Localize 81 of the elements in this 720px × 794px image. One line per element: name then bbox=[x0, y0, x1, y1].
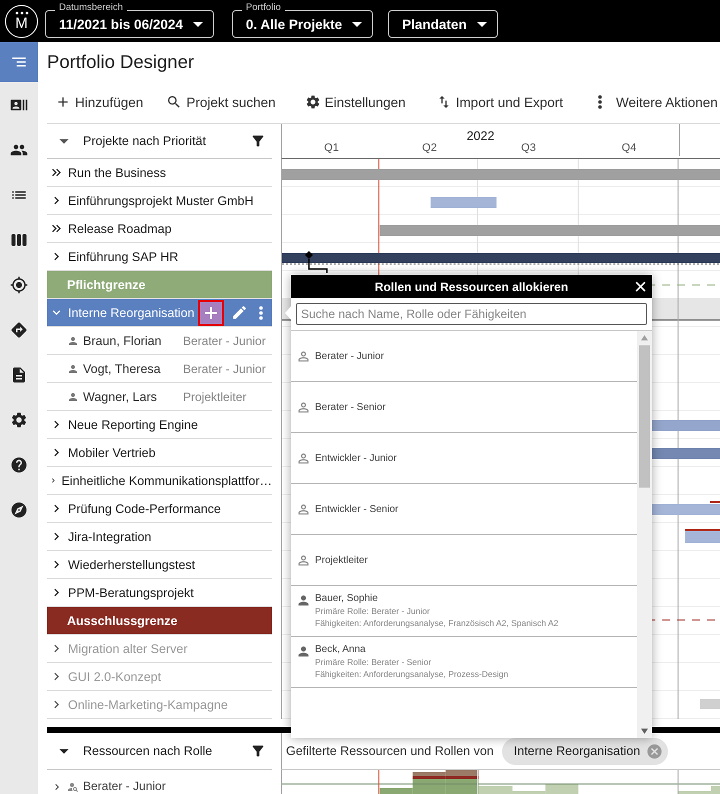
dropdown-label: Portfolio bbox=[242, 2, 285, 13]
project-row[interactable]: Wiederherstellungstest bbox=[47, 551, 272, 579]
person-icon bbox=[67, 334, 79, 346]
resource-role-row[interactable]: Berater - Junior bbox=[47, 770, 272, 794]
skills-text: Fähigkeiten: Anforderungsanalyse, Prozess-Design bbox=[315, 669, 508, 679]
pencil-icon bbox=[230, 304, 248, 321]
project-row[interactable]: Neue Reporting Engine bbox=[47, 411, 272, 439]
selected-project-row[interactable]: Interne Reorganisation bbox=[47, 299, 272, 327]
resource-name: Braun, Florian bbox=[83, 334, 163, 348]
filter-label: Gefilterte Ressourcen und Rollen von bbox=[286, 744, 494, 758]
plus-icon bbox=[205, 306, 217, 318]
primary-role: Primäre Rolle: Berater - Junior bbox=[315, 606, 431, 616]
resource-name: Vogt, Theresa bbox=[83, 362, 162, 376]
primary-role: Primäre Rolle: Berater - Senior bbox=[315, 657, 432, 667]
compass-icon bbox=[10, 500, 28, 518]
dropdown-label: Datumsbereich bbox=[55, 2, 127, 13]
search-field[interactable]: Suche nach Name, Rolle oder Fähigkeiten bbox=[296, 303, 647, 325]
person-name: Beck, Anna bbox=[315, 644, 367, 655]
caret-icon bbox=[192, 22, 203, 26]
person-outline-icon bbox=[296, 400, 311, 414]
add-button[interactable] bbox=[200, 302, 222, 324]
settings-button[interactable]: Einstellungen bbox=[304, 94, 406, 110]
boundary-label: Pflichtgrenze bbox=[67, 278, 146, 292]
import-export-button[interactable]: Import und Export bbox=[436, 94, 563, 110]
quarter-label: Q4 bbox=[620, 142, 638, 156]
resource-role: Berater - Junior bbox=[183, 334, 267, 348]
caret-icon bbox=[352, 22, 362, 26]
filter-icon[interactable] bbox=[250, 133, 266, 149]
search-button[interactable]: Projekt suchen bbox=[166, 94, 276, 110]
quarter-label: Q1 bbox=[323, 142, 340, 156]
search-icon bbox=[166, 94, 182, 110]
deadline-marker[interactable] bbox=[710, 501, 720, 503]
filter-chip[interactable]: Interne Reorganisation bbox=[502, 738, 668, 764]
person-name: Bauer, Sophie bbox=[315, 593, 379, 604]
document-icon bbox=[10, 366, 28, 384]
resource-name: Wagner, Lars bbox=[83, 390, 158, 404]
deadline-marker[interactable] bbox=[685, 529, 720, 531]
connector-line bbox=[308, 259, 328, 273]
milestone-icon[interactable] bbox=[304, 251, 313, 259]
project-row[interactable]: Run the Business bbox=[47, 159, 272, 187]
target-icon bbox=[10, 276, 28, 294]
page-title: Portfolio Designer bbox=[46, 50, 196, 74]
panel-title: Ressourcen nach Rolle bbox=[83, 744, 214, 758]
person-icon bbox=[67, 781, 79, 793]
resource-role: Projektleiter bbox=[183, 390, 248, 404]
filter-icon[interactable] bbox=[250, 743, 266, 759]
settings-icon bbox=[304, 94, 321, 110]
direction-sign-icon bbox=[10, 320, 28, 338]
person-outline-icon bbox=[296, 552, 311, 568]
settings-icon bbox=[10, 410, 28, 428]
person-outline-icon bbox=[296, 450, 311, 466]
help-icon bbox=[10, 456, 28, 474]
person-outline-icon bbox=[296, 348, 311, 364]
add-button[interactable]: Hinzufügen bbox=[55, 94, 144, 110]
resource-role: Berater - Junior bbox=[183, 362, 267, 376]
panel-title: Projekte nach Priorität bbox=[83, 134, 207, 148]
more-icon bbox=[259, 306, 263, 320]
filter-dropdown[interactable]: Plandaten bbox=[388, 10, 498, 38]
project-row[interactable]: Prüfung Code-Performance bbox=[47, 495, 272, 523]
scrollbar[interactable] bbox=[637, 331, 652, 738]
dialog-title: Rollen und Ressourcen allokieren bbox=[374, 280, 568, 294]
person-icon bbox=[67, 390, 79, 402]
project-row[interactable]: Einführungsprojekt Muster GmbH bbox=[47, 187, 272, 215]
project-row[interactable]: Mobiler Vertrieb bbox=[47, 439, 272, 467]
more-actions-button[interactable]: Weitere Aktionen bbox=[598, 94, 718, 110]
year-label: 2022 bbox=[466, 128, 496, 142]
skills-text: Fähigkeiten: Anforderungsanalyse, Französisch A2, Spanisch A2 bbox=[315, 618, 558, 628]
project-row[interactable]: Release Roadmap bbox=[47, 215, 272, 243]
logo: M bbox=[5, 4, 38, 38]
project-row[interactable]: Einheitliche Kommunikationsplattfor… bbox=[47, 467, 272, 495]
person-icon bbox=[296, 644, 311, 659]
quarter-label: Q2 bbox=[421, 142, 438, 156]
project-row[interactable]: Jira-Integration bbox=[47, 523, 272, 551]
close-button[interactable]: × bbox=[634, 275, 647, 298]
caret-icon bbox=[476, 22, 487, 26]
person-outline-icon bbox=[296, 502, 311, 516]
person-icon bbox=[67, 362, 79, 374]
more-icon bbox=[598, 95, 602, 110]
person-icon bbox=[296, 593, 311, 608]
boundary-label: Ausschlussgrenze bbox=[67, 614, 178, 628]
quarter-label: Q3 bbox=[520, 142, 537, 156]
